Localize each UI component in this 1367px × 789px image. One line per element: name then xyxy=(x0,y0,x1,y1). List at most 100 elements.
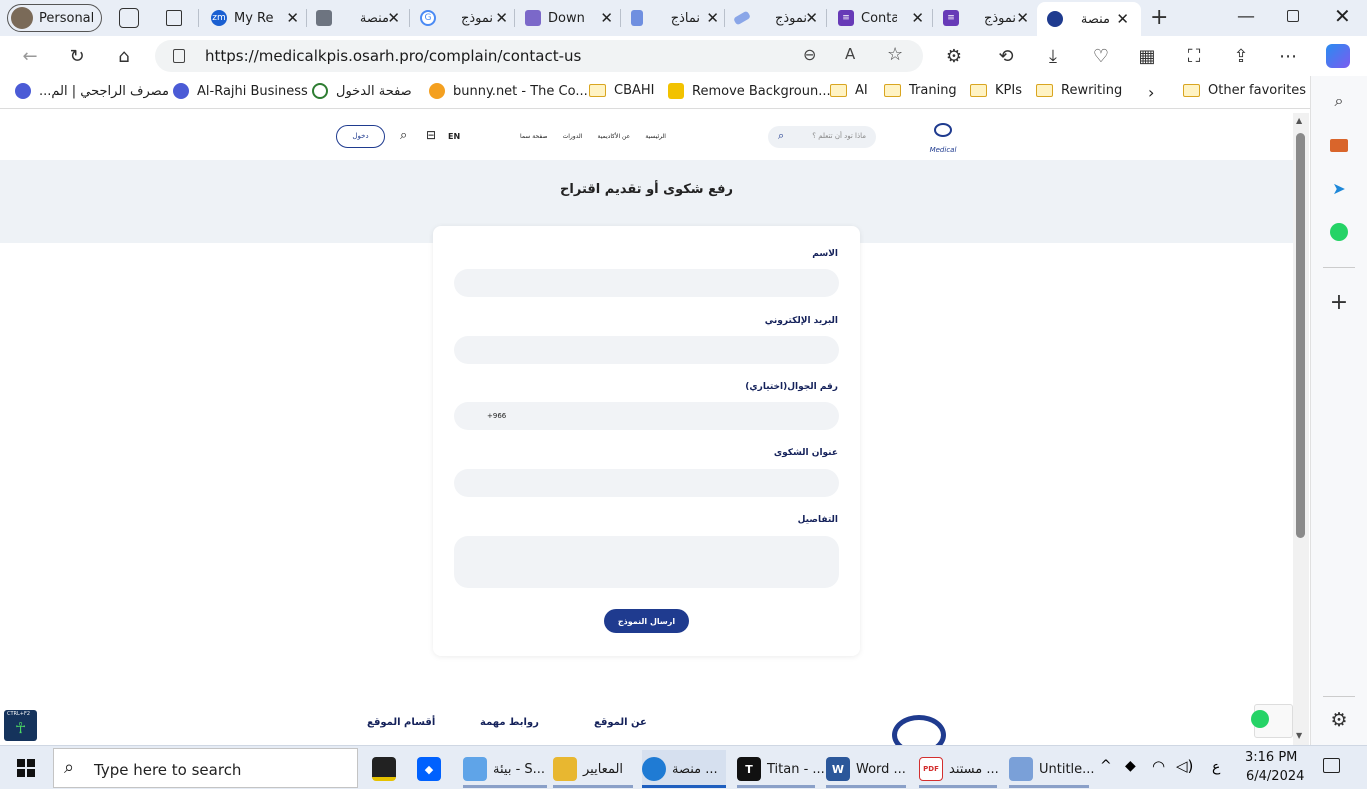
bookmark-bunny[interactable]: bunny.net - The Co... xyxy=(429,83,588,99)
search-icon[interactable]: ⌕ xyxy=(400,128,407,143)
notifications-icon[interactable] xyxy=(1323,758,1340,773)
whatsapp-chat-icon[interactable] xyxy=(1251,710,1269,728)
nav-courses[interactable]: الدورات xyxy=(563,133,583,140)
submit-button[interactable]: ارسال النموذج xyxy=(604,609,689,633)
taskbar-app-env[interactable]: بيئة - S... xyxy=(463,750,547,788)
bookmark-folder-other-favorites[interactable]: Other favorites xyxy=(1183,83,1306,98)
tab-5[interactable]: نموذج ✕ xyxy=(734,4,818,32)
bookmark-alrajhi-business[interactable]: Al-Rajhi Business xyxy=(173,83,308,99)
site-logo[interactable]: Medical xyxy=(926,123,960,154)
whatsapp-icon[interactable] xyxy=(1328,221,1350,243)
taskbar-app-word[interactable]: W Word ... xyxy=(826,750,906,788)
cart-icon[interactable]: ⊟ xyxy=(426,128,436,142)
footer-important-links[interactable]: روابط مهمة xyxy=(480,717,539,728)
tab-8-active[interactable]: منصة ✕ xyxy=(1037,2,1141,36)
tab-0[interactable]: zm My Re ✕ xyxy=(211,4,299,32)
details-textarea[interactable] xyxy=(454,536,839,588)
history-icon[interactable]: ⟲ xyxy=(994,44,1018,68)
clock-time[interactable]: 3:16 PM xyxy=(1245,750,1297,765)
more-menu-icon[interactable]: ⋯ xyxy=(1276,44,1300,68)
profile-button[interactable]: Personal xyxy=(7,4,102,32)
downloads-icon[interactable]: ⤓ xyxy=(1041,44,1065,68)
read-aloud-icon[interactable]: A xyxy=(845,45,855,63)
zoom-icon[interactable]: ⊖ xyxy=(803,45,816,64)
new-tab-button[interactable]: + xyxy=(1150,5,1168,30)
close-tab-icon[interactable]: ✕ xyxy=(706,9,719,27)
tools-icon[interactable] xyxy=(1328,134,1350,156)
browser-essentials-icon[interactable]: ♡ xyxy=(1089,44,1113,68)
tab-2[interactable]: G نموذج ✕ xyxy=(420,4,508,32)
more-favorites-chevron-icon[interactable]: › xyxy=(1148,83,1154,102)
taskbar-app-paint[interactable]: Untitle... xyxy=(1009,750,1095,788)
favorite-star-icon[interactable]: ☆ xyxy=(887,44,903,65)
extensions-icon[interactable]: ⚙ xyxy=(942,44,966,68)
close-tab-icon[interactable]: ✕ xyxy=(1116,10,1129,28)
subject-field[interactable] xyxy=(454,469,839,497)
taskbar-app-pdf[interactable]: PDF مستند ... xyxy=(919,750,999,788)
close-tab-icon[interactable]: ✕ xyxy=(600,9,613,27)
close-tab-icon[interactable]: ✕ xyxy=(387,9,400,27)
site-search-box[interactable]: ⌕ ماذا تود أن تتعلم ؟ xyxy=(768,126,876,148)
screenshot-icon[interactable]: ⛶ xyxy=(1182,44,1206,68)
tab-4[interactable]: نماذج ✕ xyxy=(631,4,719,32)
language-switch[interactable]: EN xyxy=(448,132,460,141)
email-field[interactable] xyxy=(454,336,839,364)
tab-6[interactable]: ≡ Conta ✕ xyxy=(838,4,924,32)
search-icon[interactable]: ⌕ xyxy=(778,129,784,143)
taskbar-app-sticky[interactable] xyxy=(372,750,402,788)
bookmark-login-page[interactable]: صفحة الدخول xyxy=(312,83,412,99)
home-icon[interactable]: ⌂ xyxy=(112,44,136,68)
minimize-button[interactable]: — xyxy=(1237,6,1255,27)
bookmark-folder-kpis[interactable]: KPIs xyxy=(970,83,1022,98)
tab-actions-icon[interactable] xyxy=(166,10,182,26)
scroll-down-arrow-icon[interactable]: ▼ xyxy=(1296,731,1302,740)
wifi-icon[interactable]: ◠ xyxy=(1152,757,1165,775)
tab-1[interactable]: منصة ✕ xyxy=(316,4,400,32)
accessibility-widget[interactable]: CTRL+F2 ☥ xyxy=(4,710,37,741)
taskbar-app-dropbox[interactable]: ◆ xyxy=(417,750,447,788)
nav-home[interactable]: الرئيسية xyxy=(645,133,666,140)
search-icon[interactable]: ⌕ xyxy=(1328,90,1350,112)
taskbar-app-edge[interactable]: منصة ... xyxy=(642,750,726,788)
add-sidebar-app-icon[interactable]: + xyxy=(1328,290,1350,315)
nav-sama[interactable]: صفحة سما xyxy=(520,133,547,140)
address-bar[interactable]: https://medicalkpis.osarh.pro/complain/c… xyxy=(155,40,923,72)
close-tab-icon[interactable]: ✕ xyxy=(286,9,299,27)
name-field[interactable] xyxy=(454,269,839,297)
bookmark-folder-rewriting[interactable]: Rewriting xyxy=(1036,83,1122,98)
taskbar-app-titan[interactable]: T Titan - ... xyxy=(737,750,825,788)
scroll-up-arrow-icon[interactable]: ▲ xyxy=(1296,116,1302,125)
collections-icon[interactable]: ▦ xyxy=(1135,44,1159,68)
close-window-button[interactable]: ✕ xyxy=(1334,4,1351,28)
close-tab-icon[interactable]: ✕ xyxy=(805,9,818,27)
input-language-indicator[interactable]: ع xyxy=(1212,759,1220,775)
close-tab-icon[interactable]: ✕ xyxy=(1016,9,1029,27)
phone-field[interactable] xyxy=(454,402,839,430)
bookmark-folder-traning[interactable]: Traning xyxy=(884,83,957,98)
volume-icon[interactable]: ◁) xyxy=(1176,757,1193,775)
sidebar-settings-gear-icon[interactable]: ⚙ xyxy=(1328,709,1350,731)
bookmark-folder-ai[interactable]: AI xyxy=(830,83,868,98)
footer-site-sections[interactable]: أقسام الموقع xyxy=(367,717,435,728)
bookmark-folder-cbahi[interactable]: CBAHI xyxy=(589,83,655,98)
nav-about[interactable]: عن الأكاديمية xyxy=(598,133,631,140)
footer-about[interactable]: عن الموقع xyxy=(594,717,647,728)
close-tab-icon[interactable]: ✕ xyxy=(495,9,508,27)
windows-start-icon[interactable] xyxy=(17,759,35,777)
show-hidden-icons-chevron-icon[interactable]: ^ xyxy=(1100,758,1112,774)
site-info-icon[interactable] xyxy=(173,49,185,63)
login-button[interactable]: دخول xyxy=(336,125,385,148)
refresh-icon[interactable]: ↻ xyxy=(65,44,89,68)
scrollbar-thumb[interactable] xyxy=(1296,133,1305,538)
taskbar-app-standards[interactable]: المعايير xyxy=(553,750,633,788)
page-scrollbar[interactable]: ▲ ▼ xyxy=(1293,113,1309,745)
close-tab-icon[interactable]: ✕ xyxy=(911,9,924,27)
tab-3[interactable]: Downl ✕ xyxy=(525,4,613,32)
restore-button[interactable] xyxy=(1287,10,1299,22)
bookmark-remove-bg[interactable]: Remove Backgroun... xyxy=(668,83,831,99)
telegram-icon[interactable]: ➤ xyxy=(1328,177,1350,199)
bookmark-alrajhi[interactable]: مصرف الراجحي | الم... xyxy=(15,83,169,99)
workspaces-icon[interactable] xyxy=(119,8,139,28)
tray-dropbox-icon[interactable]: ◆ xyxy=(1125,758,1136,774)
clock-date[interactable]: 6/4/2024 xyxy=(1246,769,1304,784)
